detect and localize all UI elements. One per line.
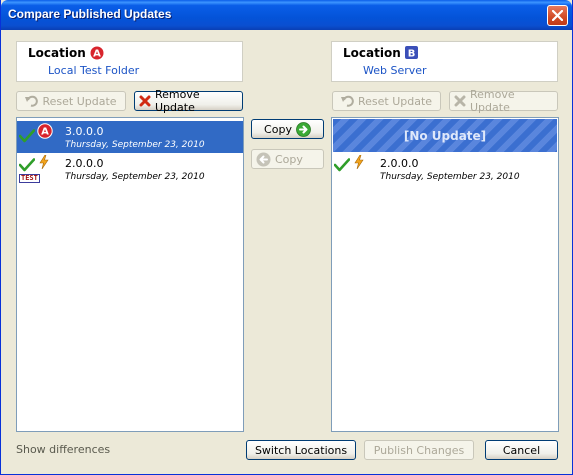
svg-text:A: A xyxy=(41,127,49,138)
svg-text:A: A xyxy=(93,49,101,60)
date-text: Thursday, September 23, 2010 xyxy=(65,172,205,182)
checkmark-icon xyxy=(19,158,35,172)
svg-text:B: B xyxy=(408,49,416,60)
title-bar[interactable]: Compare Published Updates xyxy=(1,0,572,30)
version-text: 3.0.0.0 xyxy=(65,125,104,138)
arrow-right-icon xyxy=(296,121,311,137)
right-reset-update-label: Reset Update xyxy=(357,94,433,108)
copy-left-button[interactable]: Copy xyxy=(251,149,324,169)
location-b-badge-icon: B xyxy=(405,46,418,59)
list-item[interactable]: 2.0.0.0 Thursday, September 23, 2010 xyxy=(332,153,558,185)
row-icons: TEST xyxy=(19,155,59,185)
switch-locations-button[interactable]: Switch Locations xyxy=(246,440,356,460)
lightning-bolt-icon xyxy=(354,155,364,169)
cancel-label: Cancel xyxy=(502,443,541,457)
version-text: 2.0.0.0 xyxy=(65,157,104,170)
right-location-value: Web Server xyxy=(363,64,427,77)
window-title: Compare Published Updates xyxy=(8,7,172,21)
cancel-button[interactable]: Cancel xyxy=(485,440,558,460)
list-item[interactable]: TEST 2.0.0.0 Thursday, September 23, 201… xyxy=(17,153,243,185)
left-remove-update-label: Remove Update xyxy=(155,88,200,114)
lightning-bolt-icon xyxy=(39,155,49,169)
left-updates-list[interactable]: A 3.0.0.0 Thursday, September 23, 2010 T… xyxy=(16,117,244,432)
publish-changes-label: Publish Changes xyxy=(373,443,465,457)
right-remove-update-label: Remove Update xyxy=(470,88,515,114)
checkmark-icon xyxy=(334,158,350,172)
right-updates-list[interactable]: [No Update] 2.0.0.0 Thursday, September … xyxy=(331,117,559,432)
list-item[interactable]: A 3.0.0.0 Thursday, September 23, 2010 xyxy=(17,121,243,153)
undo-icon xyxy=(25,95,39,107)
version-text: 2.0.0.0 xyxy=(380,157,419,170)
test-tag: TEST xyxy=(19,174,40,183)
left-location-value: Local Test Folder xyxy=(48,64,140,77)
dialog-window: Compare Published Updates Location A Loc… xyxy=(0,0,573,475)
row-icons: A xyxy=(19,123,59,153)
copy-left-label: Copy xyxy=(275,152,303,166)
copy-right-label: Copy xyxy=(264,122,292,136)
undo-icon xyxy=(340,95,354,107)
left-remove-update-button[interactable]: Remove Update xyxy=(134,88,243,114)
left-reset-update-button[interactable]: Reset Update xyxy=(16,91,126,111)
publish-changes-button[interactable]: Publish Changes xyxy=(364,440,474,460)
switch-locations-label: Switch Locations xyxy=(254,443,348,457)
date-text: Thursday, September 23, 2010 xyxy=(380,172,520,182)
date-text: Thursday, September 23, 2010 xyxy=(65,140,205,150)
right-reset-update-button[interactable]: Reset Update xyxy=(332,91,441,111)
no-update-label: [No Update] xyxy=(403,128,487,143)
location-a-badge-icon: A xyxy=(37,123,53,139)
show-differences-link[interactable]: Show differences xyxy=(16,443,110,456)
arrow-left-icon xyxy=(256,152,271,166)
row-icons xyxy=(334,155,374,185)
left-location-panel: Location A Local Test Folder xyxy=(16,41,243,82)
remove-x-icon xyxy=(454,95,466,107)
right-location-panel: Location B Web Server xyxy=(331,41,558,82)
right-remove-update-button[interactable]: Remove Update xyxy=(449,88,558,114)
copy-right-button[interactable]: Copy xyxy=(251,119,324,139)
checkmark-icon xyxy=(19,129,35,143)
no-update-row[interactable]: [No Update] xyxy=(333,119,557,152)
left-location-label: Location xyxy=(28,46,86,60)
left-reset-update-label: Reset Update xyxy=(42,94,117,108)
right-location-label: Location xyxy=(343,46,401,60)
location-a-badge-icon: A xyxy=(90,46,104,60)
remove-x-icon xyxy=(139,95,151,107)
close-icon xyxy=(552,10,563,21)
close-button[interactable] xyxy=(547,5,568,26)
